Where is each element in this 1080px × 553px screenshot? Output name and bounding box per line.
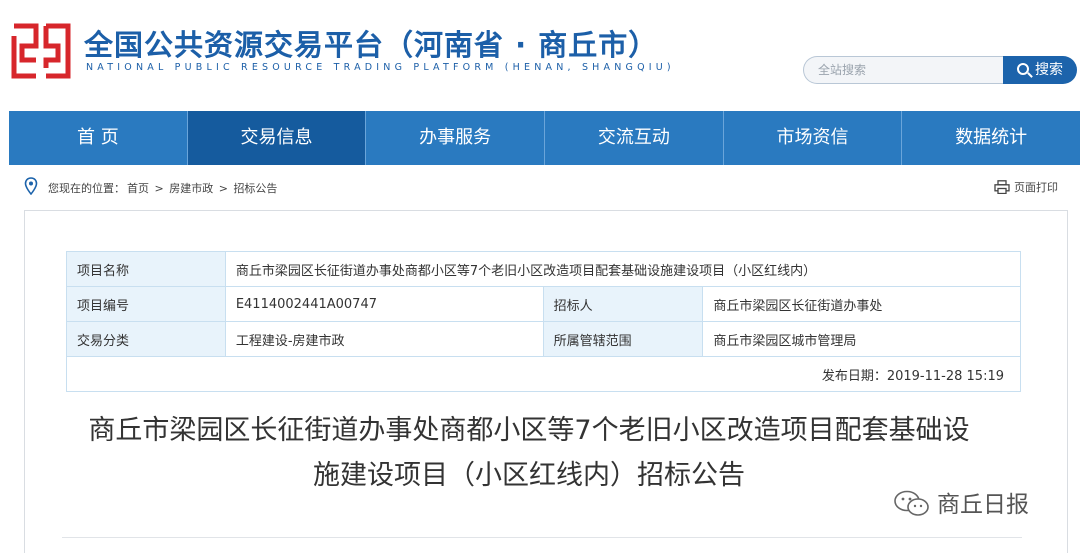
breadcrumb-home[interactable]: 首页 — [127, 182, 149, 195]
nav-item-statistics[interactable]: 数据统计 — [902, 111, 1080, 165]
breadcrumb-construction[interactable]: 房建市政 — [169, 182, 213, 195]
print-label: 页面打印 — [1014, 181, 1058, 194]
search-input[interactable]: 全站搜索 — [803, 56, 1003, 84]
breadcrumb: 您现在的位置： 首页 > 房建市政 > 招标公告 — [48, 180, 279, 196]
table-row: 项目名称 商丘市梁园区长征街道办事处商都小区等7个老旧小区改造项目配套基础设施建… — [66, 251, 1022, 287]
breadcrumb-tender-notice[interactable]: 招标公告 — [233, 182, 277, 195]
notice-title-line: 商丘市梁园区长征街道办事处商都小区等7个老旧小区改造项目配套基础设 — [88, 415, 970, 446]
nav-item-services[interactable]: 办事服务 — [366, 111, 546, 165]
breadcrumb-bar: 您现在的位置： 首页 > 房建市政 > 招标公告 页面打印 — [22, 170, 1080, 206]
breadcrumb-sep: > — [218, 182, 228, 195]
location-pin-icon — [24, 177, 38, 195]
tenderer-value: 商丘市梁园区长征街道办事处 — [702, 286, 1021, 322]
site-subtitle: NATIONAL PUBLIC RESOURCE TRADING PLATFOR… — [86, 62, 675, 73]
main-nav: 首 页 交易信息 办事服务 交流互动 市场资信 数据统计 — [9, 111, 1080, 165]
nav-item-home[interactable]: 首 页 — [9, 111, 188, 165]
project-code-value: E4114002441A00747 — [224, 286, 544, 322]
nav-item-interaction[interactable]: 交流互动 — [545, 111, 724, 165]
search-button[interactable]: 搜索 — [1003, 56, 1077, 84]
divider — [62, 537, 1022, 538]
notice-title-line: 施建设项目（小区红线内）招标公告 — [313, 460, 745, 491]
jurisdiction-label: 所属管辖范围 — [542, 321, 704, 357]
project-name-value: 商丘市梁园区长征街道办事处商都小区等7个老旧小区改造项目配套基础设施建设项目（小… — [224, 251, 1022, 287]
breadcrumb-prefix: 您现在的位置： — [48, 182, 125, 195]
project-code-label: 项目编号 — [66, 286, 226, 322]
print-button[interactable]: 页面打印 — [994, 179, 1058, 195]
jurisdiction-value: 商丘市梁园区城市管理局 — [702, 321, 1021, 357]
project-info-table: 项目名称 商丘市梁园区长征街道办事处商都小区等7个老旧小区改造项目配套基础设施建… — [66, 251, 1022, 392]
category-label: 交易分类 — [66, 321, 226, 357]
wechat-icon — [894, 490, 929, 516]
nav-item-credit[interactable]: 市场资信 — [724, 111, 903, 165]
watermark: 商丘日报 — [893, 485, 1029, 519]
breadcrumb-sep: > — [154, 182, 164, 195]
project-name-label: 项目名称 — [66, 251, 226, 287]
table-row: 项目编号 E4114002441A00747 招标人 商丘市梁园区长征街道办事处 — [66, 286, 1021, 322]
watermark-text: 商丘日报 — [937, 492, 1029, 518]
publish-date: 发布日期：2019-11-28 15:19 — [66, 356, 1021, 392]
site-logo-icon — [11, 23, 71, 79]
category-value: 工程建设-房建市政 — [224, 321, 544, 357]
search-icon — [1017, 63, 1029, 75]
site-title: 全国公共资源交易平台（河南省 · 商丘市） — [84, 28, 659, 62]
search-button-label: 搜索 — [1035, 62, 1063, 78]
table-row: 发布日期：2019-11-28 15:19 — [66, 356, 1021, 392]
site-header: 全国公共资源交易平台（河南省 · 商丘市） NATIONAL PUBLIC RE… — [0, 0, 1080, 110]
tenderer-label: 招标人 — [542, 286, 704, 322]
nav-item-trading-info[interactable]: 交易信息 — [187, 111, 367, 165]
printer-icon — [994, 180, 1010, 194]
table-row: 交易分类 工程建设-房建市政 所属管辖范围 商丘市梁园区城市管理局 — [66, 321, 1021, 357]
notice-title: 商丘市梁园区长征街道办事处商都小区等7个老旧小区改造项目配套基础设 施建设项目（… — [24, 408, 1034, 498]
